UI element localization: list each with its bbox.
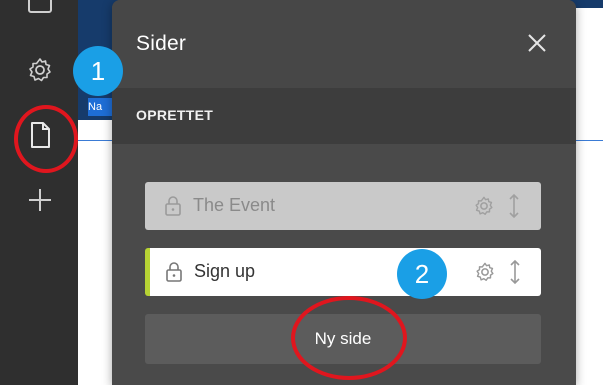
gear-icon[interactable] bbox=[22, 52, 58, 88]
step-badge-2: 2 bbox=[397, 249, 447, 299]
page-row-label: Sign up bbox=[194, 261, 256, 281]
section-label: OPRETTET bbox=[136, 107, 214, 123]
step-badge-1: 1 bbox=[73, 46, 123, 96]
close-button[interactable] bbox=[524, 30, 550, 56]
gear-icon[interactable] bbox=[473, 195, 495, 222]
annotation-ring-2 bbox=[291, 296, 407, 380]
page-row-sign-up[interactable]: Sign up bbox=[145, 248, 541, 296]
annotation-ring-1 bbox=[14, 105, 78, 173]
close-icon bbox=[528, 34, 546, 52]
plus-icon[interactable] bbox=[22, 182, 58, 218]
page-row-the-event[interactable]: The Event bbox=[145, 182, 541, 230]
drag-handle-icon[interactable] bbox=[508, 259, 522, 290]
editor-divider-left bbox=[78, 140, 115, 141]
page-row-label: The Event bbox=[193, 195, 276, 215]
editor-nav-tag: Na bbox=[88, 98, 115, 116]
editor-divider-right bbox=[575, 140, 603, 141]
panel-header: Sider bbox=[112, 0, 576, 88]
lock-icon bbox=[163, 195, 183, 222]
toolbar bbox=[0, 0, 78, 385]
window-icon[interactable] bbox=[22, 0, 58, 24]
section-header: OPRETTET bbox=[112, 88, 576, 144]
drag-handle-icon[interactable] bbox=[507, 193, 521, 224]
panel-title: Sider bbox=[136, 32, 187, 55]
gear-icon[interactable] bbox=[474, 261, 496, 288]
lock-icon bbox=[164, 261, 184, 288]
